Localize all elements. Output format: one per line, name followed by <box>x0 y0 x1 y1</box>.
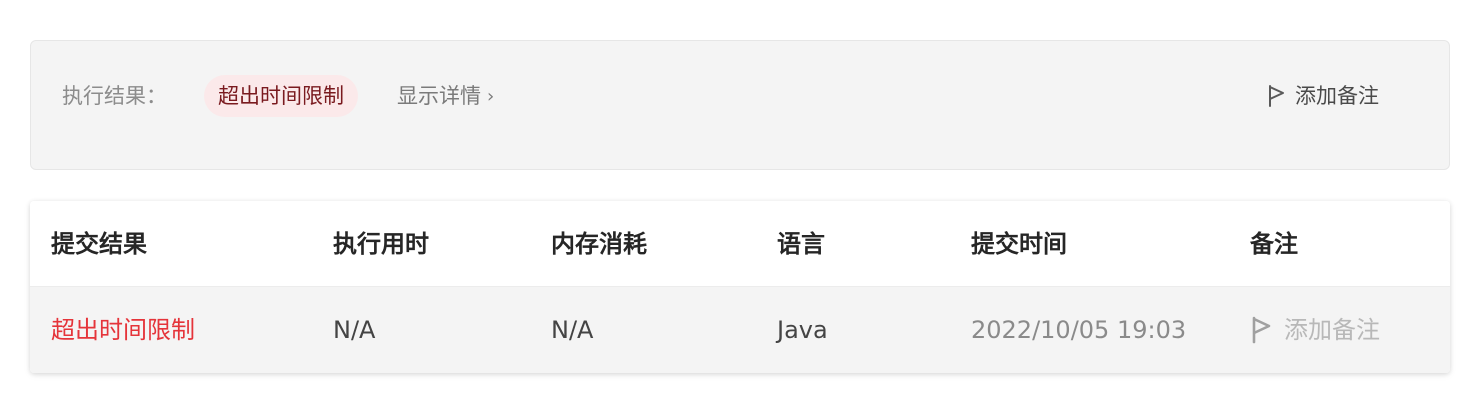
execution-result-panel: 执行结果： 超出时间限制 显示详情 › 添加备注 <box>30 40 1450 170</box>
chevron-right-icon: › <box>487 86 495 107</box>
header-submit-result: 提交结果 <box>51 230 147 258</box>
show-details-link[interactable]: 显示详情 › <box>397 81 494 112</box>
submissions-table: 提交结果 执行用时 内存消耗 语言 提交时间 备注 超出时间限制 N/A N/A… <box>30 201 1450 373</box>
flag-icon <box>1250 316 1274 344</box>
row-result-link[interactable]: 超出时间限制 <box>51 313 195 347</box>
flag-icon <box>1267 84 1287 108</box>
row-add-note-button[interactable]: 添加备注 <box>1250 313 1380 347</box>
row-language: Java <box>777 316 828 344</box>
add-note-label: 添加备注 <box>1295 84 1379 108</box>
execution-status-badge: 超出时间限制 <box>204 75 358 117</box>
show-details-label: 显示详情 <box>397 84 481 108</box>
add-note-button[interactable]: 添加备注 <box>1267 81 1379 111</box>
header-submit-time: 提交时间 <box>971 230 1067 258</box>
execution-result-label: 执行结果： <box>62 84 167 108</box>
header-runtime: 执行用时 <box>333 230 429 258</box>
row-submit-time: 2022/10/05 19:03 <box>971 316 1187 344</box>
header-language: 语言 <box>777 230 825 258</box>
table-header: 提交结果 执行用时 内存消耗 语言 提交时间 备注 <box>30 201 1450 287</box>
table-row[interactable]: 超出时间限制 N/A N/A Java 2022/10/05 19:03 添加备… <box>30 287 1450 373</box>
row-runtime: N/A <box>333 316 376 344</box>
header-note: 备注 <box>1250 230 1298 258</box>
header-memory: 内存消耗 <box>551 230 647 258</box>
row-add-note-label: 添加备注 <box>1284 316 1380 344</box>
row-memory: N/A <box>551 316 594 344</box>
